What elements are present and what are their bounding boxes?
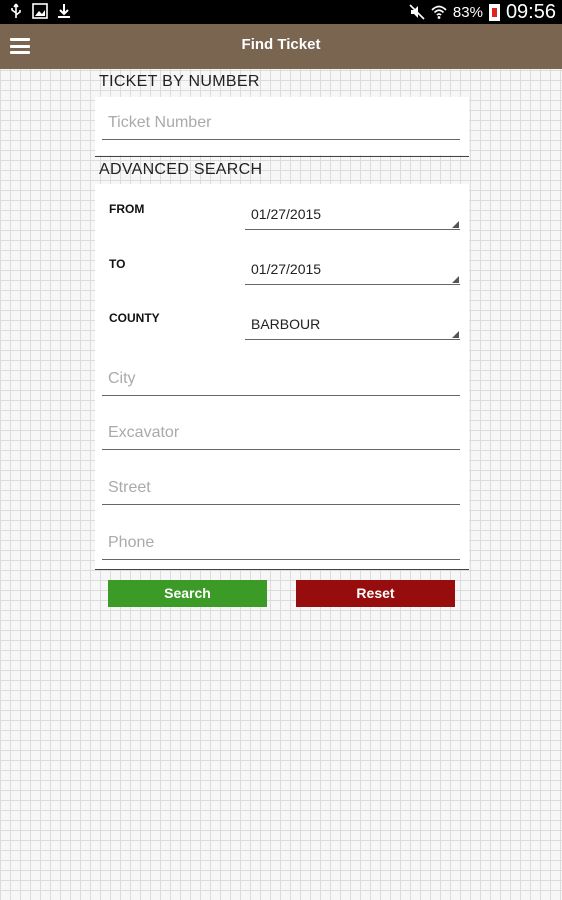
dropdown-caret-icon [452,221,459,228]
to-date-value: 01/27/2015 [251,261,322,277]
county-select[interactable]: BARBOUR [245,310,460,340]
battery-percent: 83% [452,3,483,21]
status-bar: 83% 09:56 [0,0,562,24]
download-icon [58,4,70,18]
search-button[interactable]: Search [108,580,267,607]
from-label: FROM [109,202,145,216]
county-value: BARBOUR [251,316,321,332]
section-divider [95,156,469,157]
mute-icon [409,4,425,20]
app-bar: Find Ticket [0,24,562,69]
city-input[interactable]: City [102,364,460,396]
advanced-search-header: ADVANCED SEARCH [99,161,263,178]
usb-icon [11,3,21,18]
county-label: COUNTY [109,311,160,325]
clock: 09:56 [505,0,556,23]
ticket-by-number-panel: Ticket Number [95,97,469,155]
to-label: TO [109,257,126,271]
dropdown-caret-icon [452,331,459,338]
reset-button[interactable]: Reset [296,580,455,607]
page-title: Find Ticket [241,36,321,53]
image-icon [32,3,48,19]
street-input[interactable]: Street [102,473,460,505]
to-date-picker[interactable]: 01/27/2015 [245,255,460,285]
ticket-by-number-header: TICKET BY NUMBER [99,73,260,90]
excavator-input[interactable]: Excavator [102,418,460,450]
from-date-picker[interactable]: 01/27/2015 [245,200,460,230]
wifi-icon [431,5,447,19]
battery-icon [488,3,500,21]
from-date-value: 01/27/2015 [251,206,322,222]
advanced-search-panel: FROM 01/27/2015 TO 01/27/2015 COUNTY BAR… [95,184,469,569]
ticket-number-input[interactable]: Ticket Number [102,108,460,140]
phone-input[interactable]: Phone [102,528,460,560]
dropdown-caret-icon [452,276,459,283]
section-divider [95,569,469,570]
